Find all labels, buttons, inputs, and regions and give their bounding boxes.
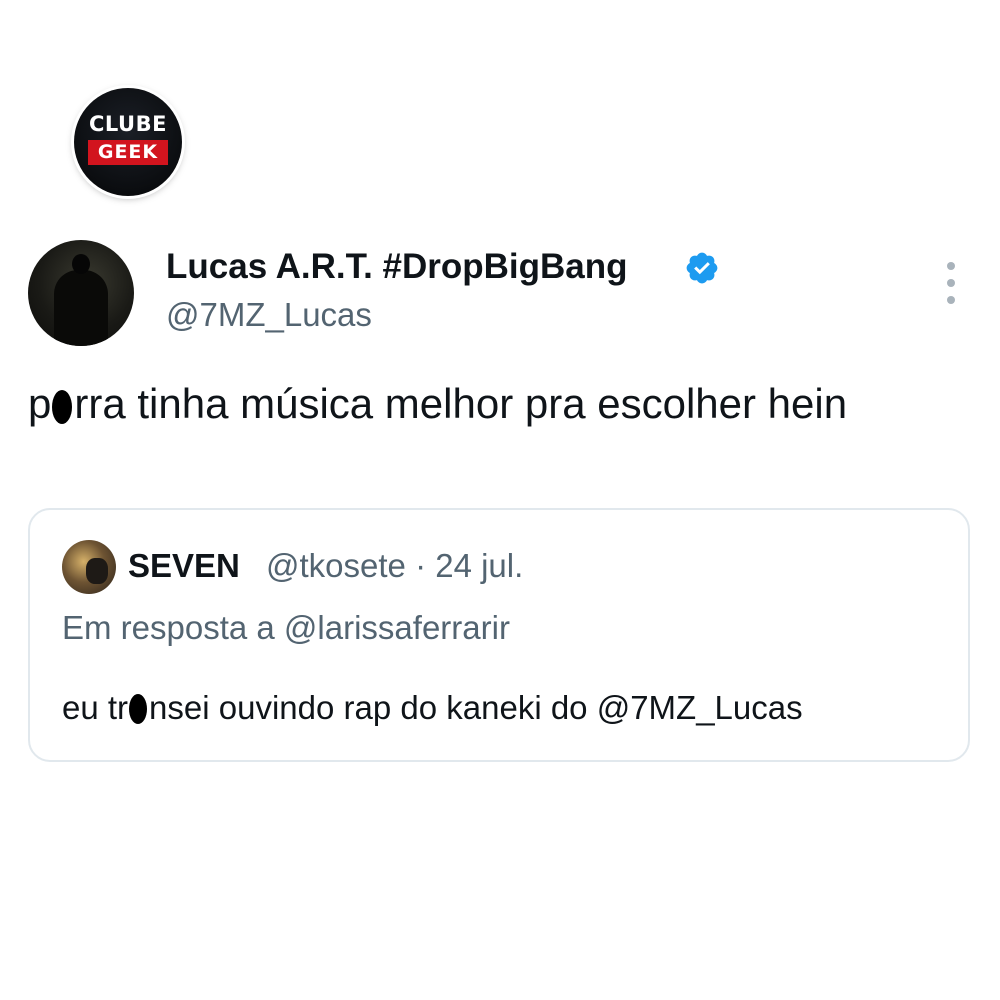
more-vertical-icon[interactable]: [938, 262, 964, 304]
verified-badge-icon: [686, 252, 718, 284]
author-display-name[interactable]: Lucas A.R.T. #DropBigBang: [166, 246, 628, 288]
quoted-reply-context: Em resposta a @larissaferrarir: [62, 609, 510, 646]
logo-top-text: CLUBE: [89, 112, 167, 136]
tweet-text: p rra tinha música melhor pra escolher he…: [28, 374, 948, 434]
quoted-author-display-name: SEVEN: [128, 547, 240, 584]
censor-blot: [52, 390, 73, 424]
tweet-text-part-1: p: [28, 380, 52, 427]
author-handle[interactable]: @7MZ_Lucas: [166, 294, 372, 336]
quoted-tweet-text: eu tr nsei ouvindo rap do kaneki do @7MZ_…: [62, 688, 803, 728]
logo-bottom-text: GEEK: [88, 140, 168, 165]
censor-blot: [129, 694, 148, 724]
clube-geek-logo: CLUBE GEEK: [74, 88, 182, 196]
quoted-text-part-1: eu tr: [62, 689, 129, 726]
quoted-text-part-2: nsei ouvindo rap do kaneki do @7MZ_Lucas: [149, 689, 803, 726]
author-avatar[interactable]: [28, 240, 134, 346]
tweet-text-part-2: rra tinha música melhor pra escolher hei…: [74, 380, 848, 427]
quoted-author-avatar: [62, 540, 116, 594]
quoted-tweet-card[interactable]: SEVEN @tkosete · 24 jul. Em resposta a @…: [28, 508, 970, 762]
quoted-author-handle-date: @tkosete · 24 jul.: [266, 547, 524, 584]
